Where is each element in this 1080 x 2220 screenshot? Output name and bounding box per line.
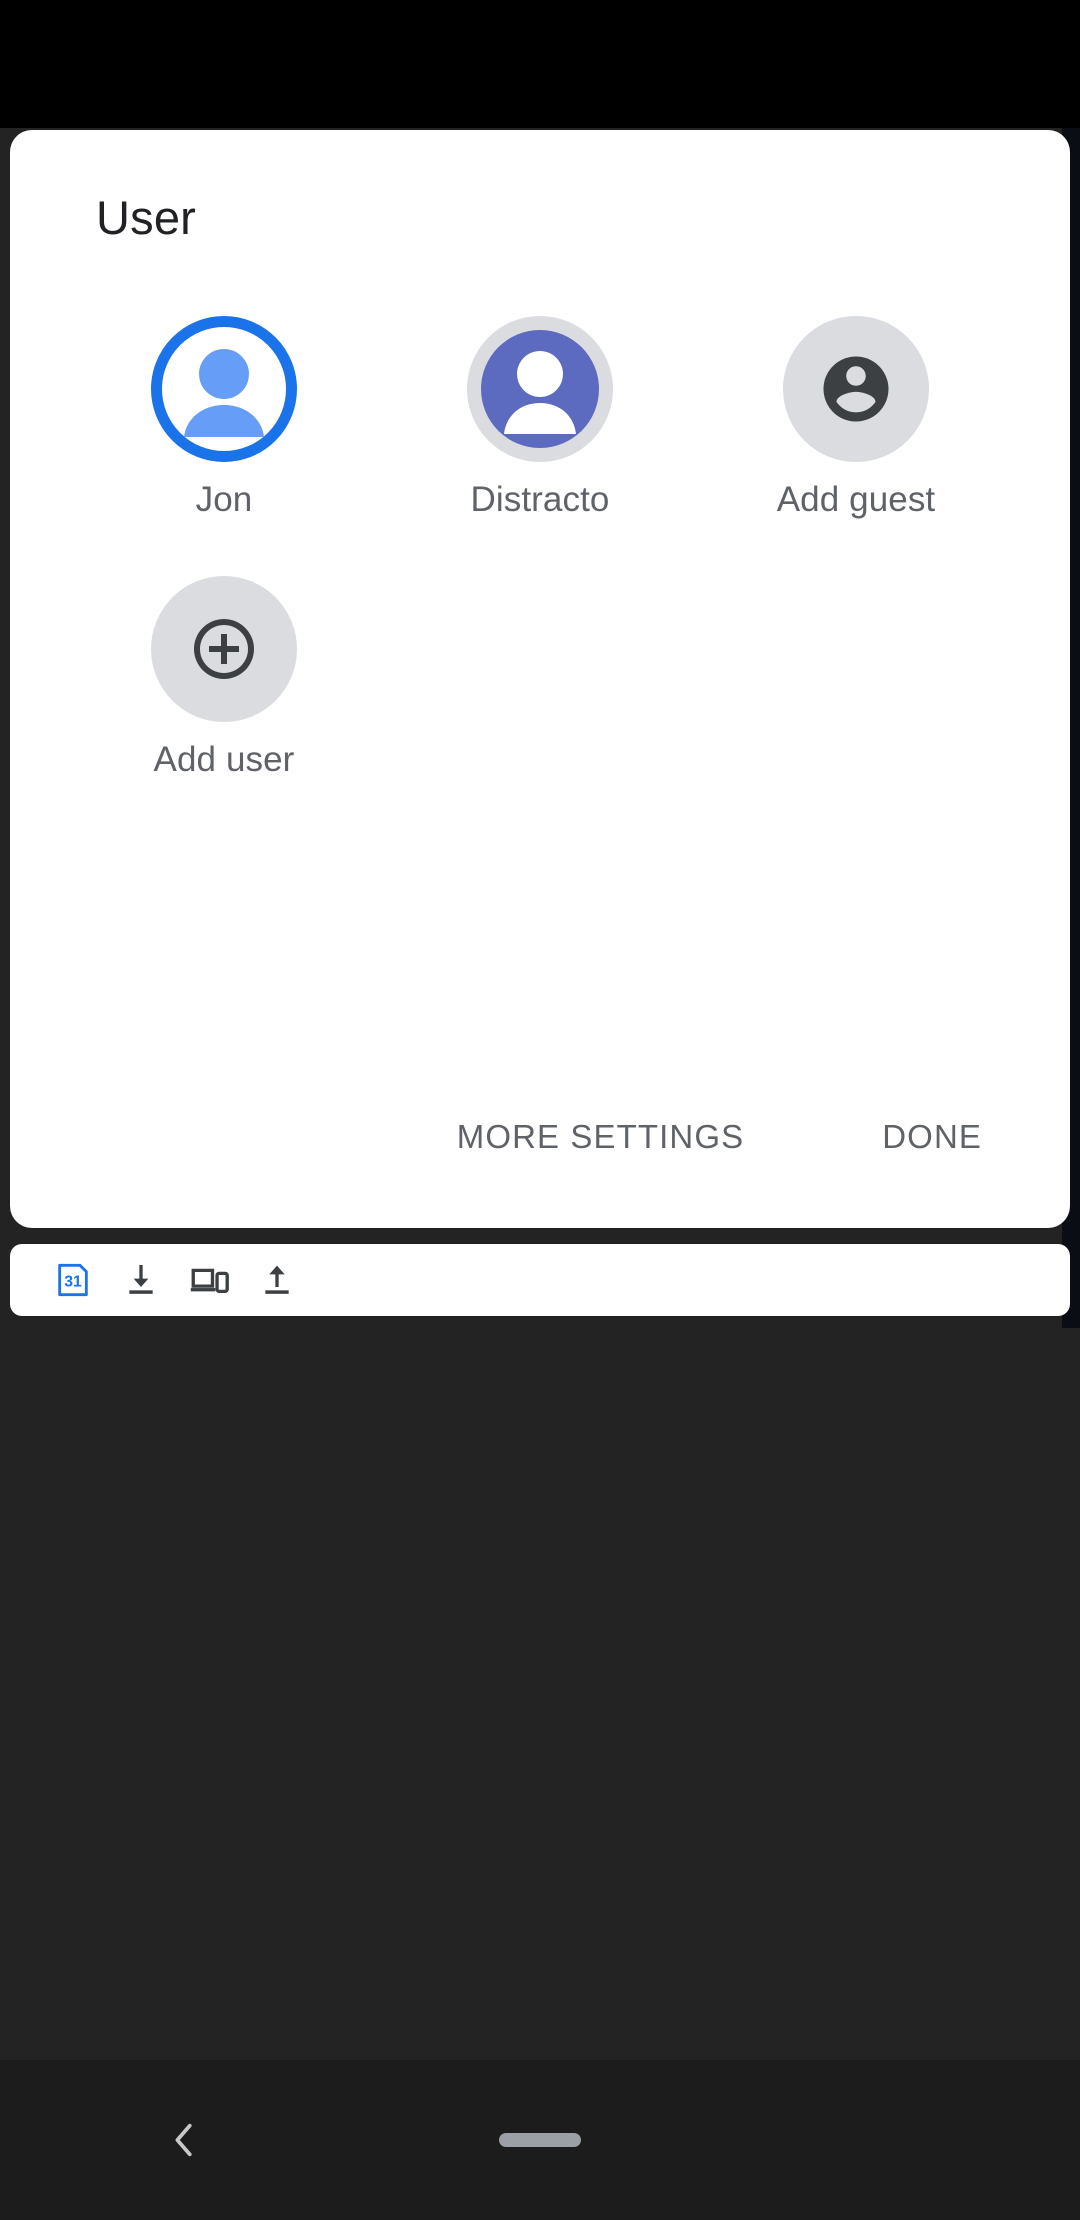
user-item-distracto[interactable]: Distracto (382, 316, 698, 520)
calendar-31-icon[interactable]: 31 (42, 1249, 104, 1311)
avatar-add-guest-wrapper (783, 316, 929, 462)
user-switcher-dialog: User Jon Distracto Add guest Add user MO… (10, 130, 1070, 1228)
phone-screen: User Jon Distracto Add guest Add user MO… (0, 0, 1080, 2220)
upload-icon[interactable] (246, 1249, 308, 1311)
avatar-grey-ring (467, 316, 613, 462)
person-filled-avatar (151, 316, 297, 462)
status-bar-area (0, 0, 1080, 128)
account-circle-icon (783, 316, 929, 462)
user-label: Distracto (470, 480, 610, 519)
calendar-day-number: 31 (64, 1274, 82, 1291)
avatar-add-user-wrapper (151, 576, 297, 722)
download-icon[interactable] (110, 1249, 172, 1311)
user-item-jon[interactable]: Jon (66, 316, 382, 520)
user-grid: Jon Distracto Add guest Add user (66, 316, 1014, 780)
done-button[interactable]: DONE (872, 1104, 992, 1170)
dialog-title: User (96, 191, 197, 244)
home-handle[interactable] (499, 2133, 581, 2147)
avatar-distracto-wrapper (467, 316, 613, 462)
quick-action-toolbar: 31 (10, 1244, 1070, 1316)
system-navigation-bar (0, 2060, 1080, 2220)
avatar-jon-wrapper (151, 316, 297, 462)
user-label: Add guest (776, 480, 936, 519)
person-filled-avatar (481, 330, 599, 448)
user-item-add-user[interactable]: Add user (66, 576, 382, 780)
dialog-action-row: MORE SETTINGS DONE (10, 1104, 1070, 1170)
user-label: Add user (153, 740, 295, 779)
back-chevron-icon[interactable] (140, 2095, 230, 2185)
user-label: Jon (195, 480, 253, 519)
cast-devices-icon[interactable] (178, 1249, 240, 1311)
plus-circle-icon (151, 576, 297, 722)
user-item-add-guest[interactable]: Add guest (698, 316, 1014, 520)
more-settings-button[interactable]: MORE SETTINGS (447, 1104, 755, 1170)
